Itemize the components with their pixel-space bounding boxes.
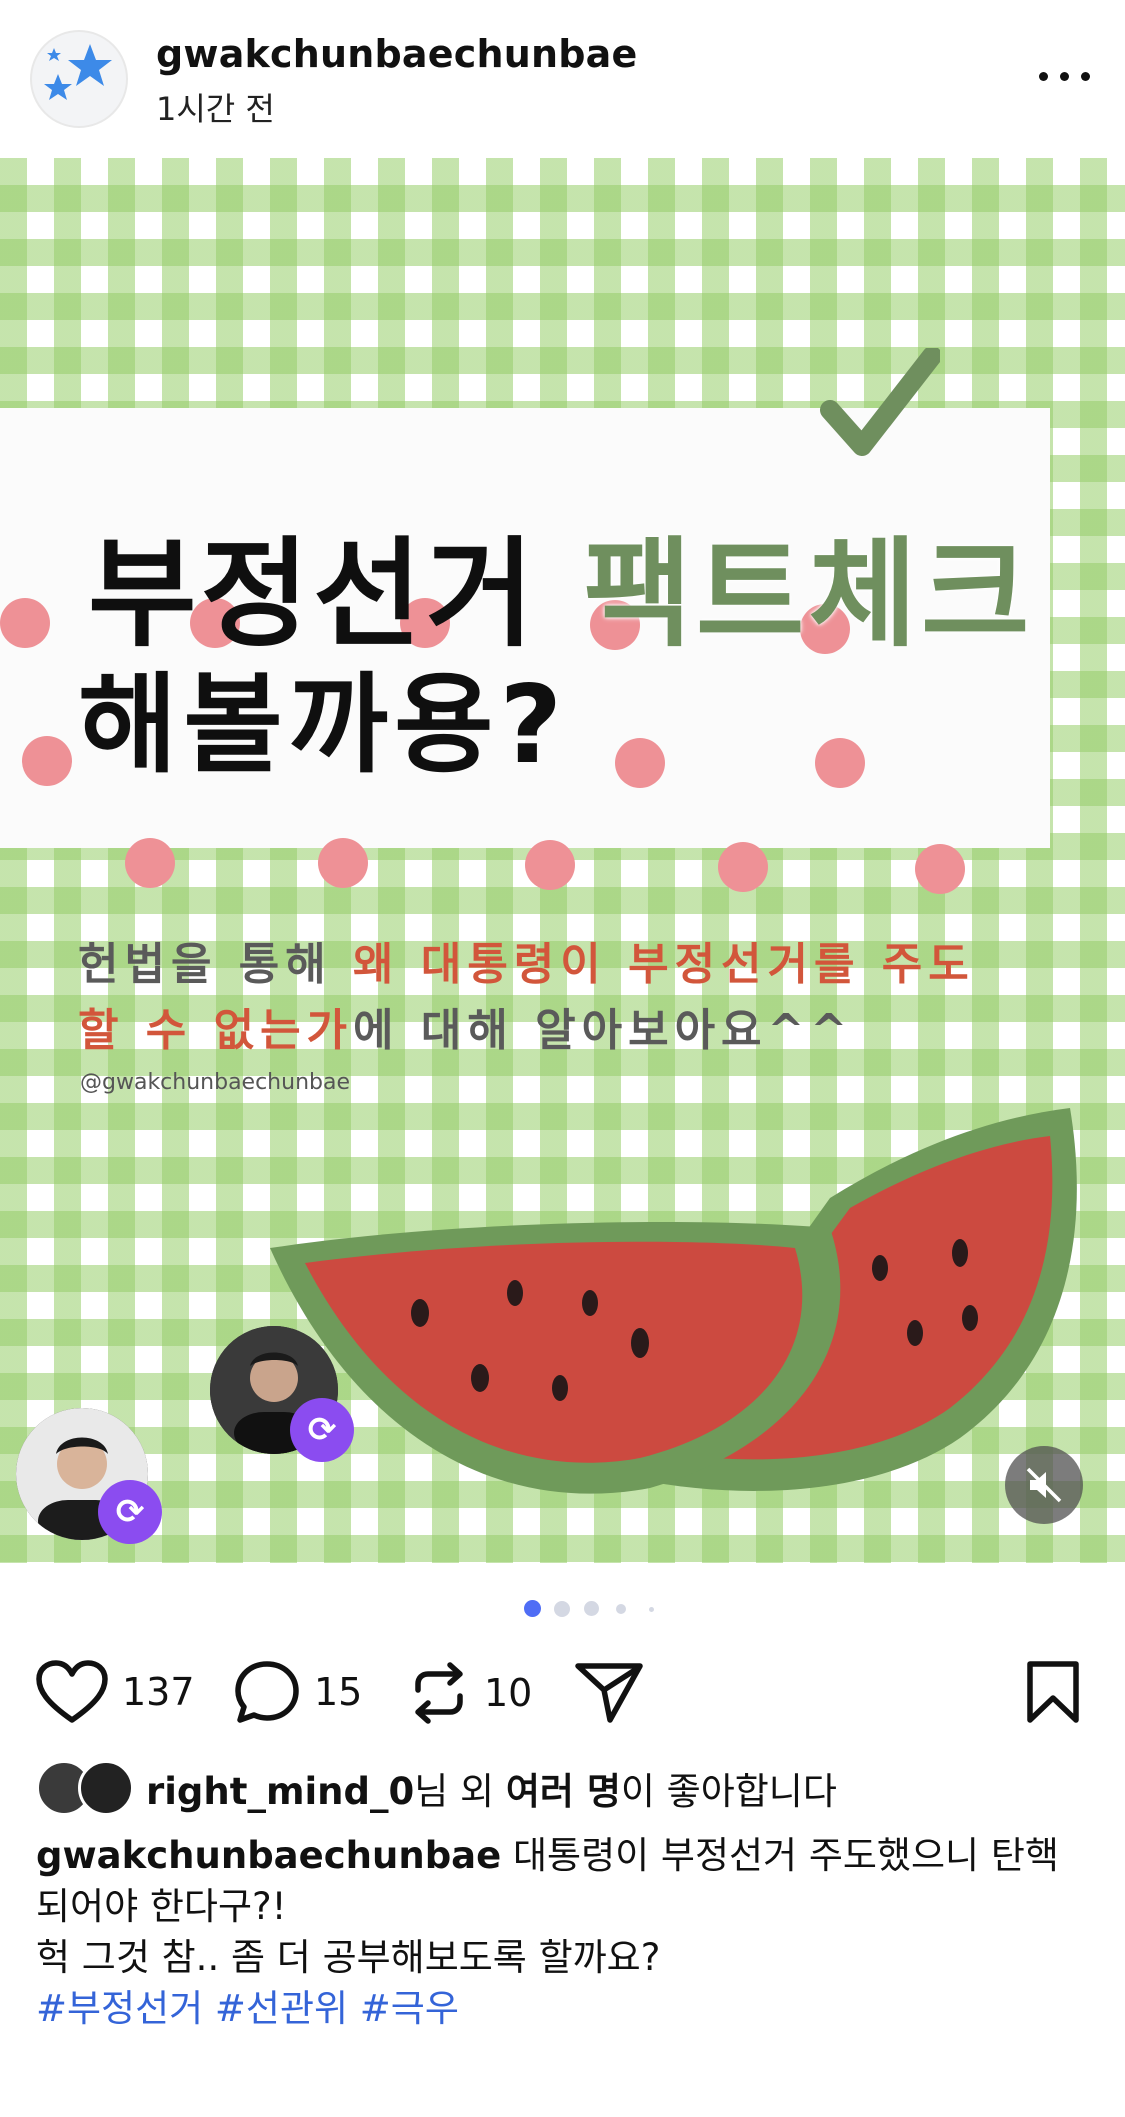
headline-line2: 해볼까용? — [78, 663, 569, 788]
carousel-dot-active — [524, 1600, 541, 1617]
subtitle-line2-plain: 에 대해 알아보아요^^ — [353, 1005, 854, 1056]
comment-count: 15 — [314, 1670, 363, 1714]
comment-button[interactable]: 15 — [234, 1660, 362, 1724]
caption-line2: 되어야 한다구?! — [36, 1885, 287, 1928]
headline-factcheck: 팩트체크 — [583, 525, 1034, 663]
star-logo-icon — [44, 44, 112, 100]
polka-dot — [718, 842, 768, 892]
liked-by-end: 이 좋아합니다 — [620, 1770, 837, 1813]
subtitle-line2-highlight: 할 수 없는가 — [78, 1005, 354, 1056]
liked-by-row[interactable]: right_mind_0님 외 여러 명이 좋아합니다 — [36, 1758, 837, 1818]
like-button[interactable]: 137 — [36, 1660, 195, 1724]
repost-badge-icon: ⟳ — [98, 1480, 162, 1544]
post-timestamp: 1시간 전 — [156, 90, 275, 128]
carousel-indicator — [0, 1600, 1125, 1620]
share-button[interactable] — [574, 1660, 644, 1726]
caption-line1: gwakchunbaechunbae 대통령이 부정선거 주도했으니 탄핵 — [36, 1830, 1096, 1881]
subtitle-line1: 헌법을 통해 왜 대통령이 부정선거를 주도 — [78, 928, 975, 992]
post-image[interactable]: 부정선거 팩트체크 해볼까용? 헌법을 통해 왜 대통령이 부정선거를 주도 할… — [0, 158, 1125, 1563]
liked-by-mid: 님 외 — [414, 1770, 506, 1813]
comment-bubble-icon — [235, 1661, 299, 1723]
repost-button[interactable]: 10 — [408, 1660, 532, 1726]
polka-dot — [125, 838, 175, 888]
subtitle-line1-plain: 헌법을 통해 — [78, 939, 354, 990]
heart-icon — [36, 1660, 108, 1723]
repost-icon — [415, 1662, 463, 1724]
repost-badge-icon: ⟳ — [290, 1398, 354, 1462]
caption-hashtags[interactable]: #부정선거 #선관위 #극우 — [36, 1983, 1096, 2034]
carousel-dot — [649, 1607, 654, 1612]
watermelon-illustration — [270, 1108, 1077, 1494]
caption-username[interactable]: gwakchunbaechunbae — [36, 1834, 501, 1877]
liker-username[interactable]: right_mind_0 — [146, 1770, 414, 1813]
profile-avatar[interactable] — [30, 30, 128, 128]
carousel-dot — [554, 1601, 570, 1617]
polka-dot — [318, 838, 368, 888]
send-paper-plane-icon — [575, 1663, 643, 1723]
repost-count: 10 — [484, 1671, 533, 1715]
bookmark-icon — [1027, 1661, 1079, 1723]
liked-by-others[interactable]: 여러 명 — [506, 1770, 621, 1813]
subtitle-line1-highlight: 왜 대통령이 부정선거를 주도 — [353, 939, 975, 990]
caption-text1: 대통령이 부정선거 주도했으니 탄핵 — [501, 1834, 1059, 1877]
liker-avatar — [78, 1760, 134, 1816]
polka-dot — [915, 844, 965, 894]
polka-dot — [0, 598, 50, 648]
carousel-dot — [584, 1601, 599, 1616]
post-username[interactable]: gwakchunbaechunbae — [156, 32, 637, 76]
post-caption: gwakchunbaechunbae 대통령이 부정선거 주도했으니 탄핵 되어… — [36, 1830, 1096, 2034]
polka-dot — [615, 738, 665, 788]
carousel-dot — [616, 1604, 626, 1614]
subtitle-line2: 할 수 없는가에 대해 알아보아요^^ — [78, 994, 853, 1058]
caption-line3: 헉 그것 참.. 좀 더 공부해보도록 할까요? — [36, 1936, 661, 1979]
bookmark-button[interactable] — [1024, 1660, 1082, 1724]
post-header: gwakchunbaechunbae 1시간 전 — [0, 0, 1125, 158]
polka-dot — [525, 840, 575, 890]
polka-dot — [22, 736, 72, 786]
polka-dot — [815, 738, 865, 788]
like-count: 137 — [122, 1670, 195, 1714]
checkmark-icon — [820, 348, 940, 456]
action-bar: 137 15 10 — [0, 1648, 1125, 1734]
speaker-muted-icon — [1026, 1467, 1062, 1503]
liked-by-text: right_mind_0님 외 여러 명이 좋아합니다 — [146, 1761, 837, 1815]
mute-audio-icon[interactable] — [1005, 1446, 1083, 1524]
more-options-icon[interactable] — [1035, 56, 1095, 96]
